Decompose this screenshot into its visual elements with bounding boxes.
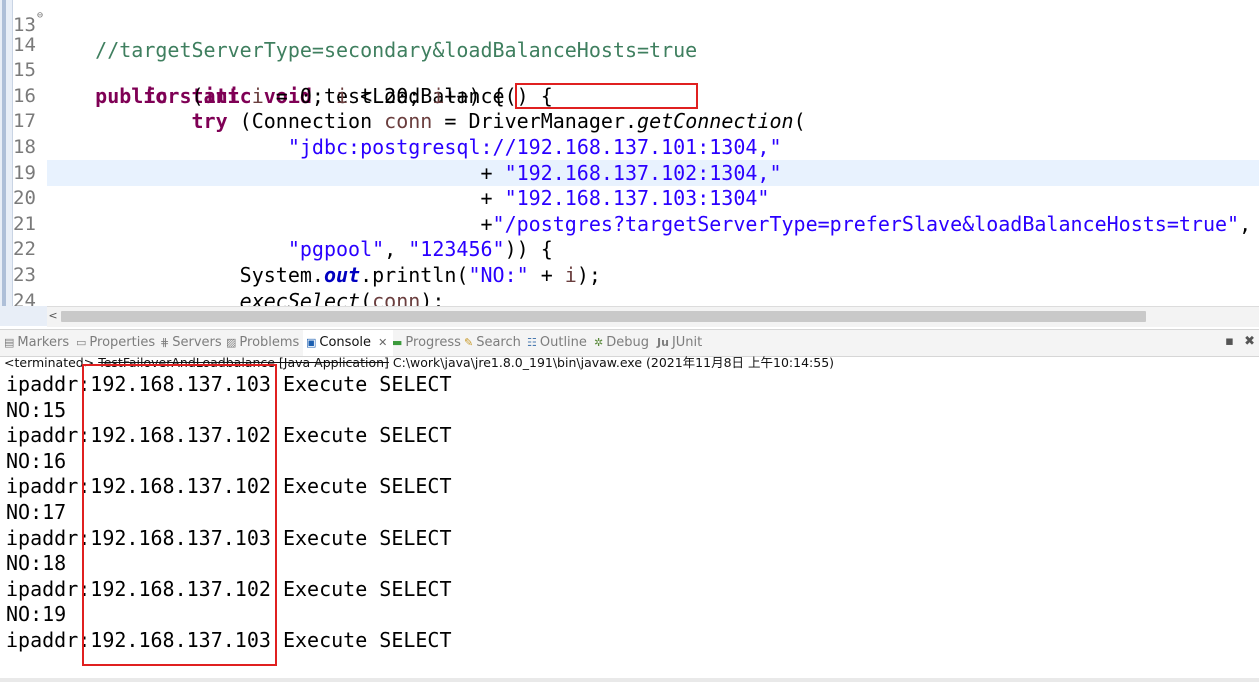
code-line-16: 16 try (Connection conn = DriverManager.… — [0, 58, 806, 134]
tab-label: Search — [476, 335, 521, 350]
console-line: NO:15 — [6, 397, 67, 422]
tab-problems[interactable]: ▨ Problems — [226, 330, 299, 356]
fold-icon[interactable]: ⊖ — [37, 3, 43, 29]
code-line-17: 17 "jdbc:postgresql://192.168.137.101:13… — [0, 84, 782, 159]
view-controls: ▪ ✖ — [1225, 330, 1255, 356]
tab-properties[interactable]: ▭ Properties — [76, 330, 155, 356]
code-line-23: 23 execSelect(conn); — [0, 237, 444, 306]
code-text: for (int i = 0; i < 20; i++) { — [143, 83, 505, 108]
properties-icon: ▭ — [76, 336, 87, 349]
code-line-21: 21 "pgpool", "123456")) { — [0, 186, 553, 262]
tab-label: Markers — [17, 335, 70, 350]
tab-label: Problems — [239, 335, 300, 350]
close-view-icon[interactable]: ✖ — [1244, 334, 1255, 349]
progress-icon: ▬ — [392, 336, 403, 349]
code-text: "pgpool", "123456")) { — [287, 237, 553, 262]
console-line: NO:16 — [6, 448, 67, 473]
tab-label: Progress — [405, 335, 461, 350]
search-icon: ✎ — [464, 336, 474, 349]
highlight-box-ip — [515, 83, 698, 109]
servers-icon: ⋕ — [160, 336, 170, 349]
code-text: try (Connection conn = DriverManager.get… — [191, 109, 806, 134]
close-icon[interactable]: ✕ — [378, 336, 387, 349]
tab-outline[interactable]: ☷ Outline — [527, 330, 587, 356]
code-line-25: 25 } catch (SQLException se) { — [0, 289, 48, 306]
highlight-box-ip-column — [82, 364, 277, 666]
tab-label: Servers — [172, 335, 222, 350]
horizontal-scrollbar[interactable]: < — [47, 306, 1259, 327]
code-line-22: 22 System.out.println("NO:" + i); — [0, 212, 601, 287]
minimize-icon[interactable]: ▪ — [1225, 334, 1234, 349]
tab-label: JUnit — [671, 335, 703, 350]
views-tab-bar: ▤ Markers ▭ Properties ⋕ Servers ▨ Problems … — [0, 329, 1259, 357]
outline-icon: ☷ — [527, 336, 537, 349]
console-line: NO:17 — [6, 500, 67, 524]
code-text: //targetServerType=secondary&loadBalance… — [47, 38, 698, 63]
code-text: execSelect(conn); — [239, 288, 445, 306]
scroll-left-icon[interactable]: < — [47, 307, 59, 325]
code-line-14: 14 ⊖ public static void testLoadBalance(… — [0, 7, 553, 108]
code-text: + "192.168.137.102:1304," — [47, 160, 782, 185]
console-line: NO:19 — [6, 602, 67, 627]
gutter-corner — [0, 306, 47, 326]
code-editor[interactable]: 13 //targetServerType=secondary&loadBala… — [0, 0, 1259, 306]
code-line-18: 18 + "192.168.137.102:1304," — [0, 109, 782, 185]
tab-debug[interactable]: ✲ Debug — [594, 330, 649, 356]
junit-icon: Ju — [657, 336, 669, 349]
tab-progress[interactable]: ▬ Progress — [392, 330, 461, 356]
code-line-24: 24 //execInsert(conn); — [0, 263, 48, 306]
tab-junit[interactable]: Ju JUnit — [657, 330, 702, 356]
tab-console[interactable]: ▣ Console ✕ — [303, 330, 394, 356]
console-icon: ▣ — [306, 336, 317, 349]
code-text: + "192.168.137.103:1304" — [47, 186, 770, 211]
code-text: +"/postgres?targetServerType=preferSlave… — [47, 211, 1252, 236]
tab-label: Console — [319, 335, 372, 350]
tab-label: Properties — [89, 335, 156, 350]
console-line: NO:18 — [6, 551, 67, 576]
tab-servers[interactable]: ⋕ Servers — [160, 330, 222, 356]
tab-label: Outline — [539, 335, 587, 350]
tab-search[interactable]: ✎ Search — [464, 330, 521, 356]
code-line-19: 19 + "192.168.137.103:1304" — [0, 135, 769, 211]
tab-label: Debug — [606, 335, 649, 350]
console-bottom-edge — [0, 678, 1259, 682]
code-text: System.out.println("NO:" + i); — [47, 262, 601, 287]
tab-markers[interactable]: ▤ Markers — [4, 330, 69, 356]
code-text: "jdbc:postgresql://192.168.137.101:1304,… — [287, 134, 782, 159]
scrollbar-thumb[interactable] — [61, 311, 1146, 322]
code-line-15: 15 for (int i = 0; i < 20; i++) { — [0, 33, 505, 108]
problems-icon: ▨ — [226, 336, 237, 349]
terminated-label: <terminated> — [4, 355, 95, 370]
debug-icon: ✲ — [594, 336, 604, 349]
launch-path: C:\work\java\jre1.8.0_191\bin\javaw.exe … — [392, 355, 835, 370]
markers-icon: ▤ — [4, 336, 15, 349]
code-line-20: 20 +"/postgres?targetServerType=preferSl… — [0, 161, 1251, 236]
